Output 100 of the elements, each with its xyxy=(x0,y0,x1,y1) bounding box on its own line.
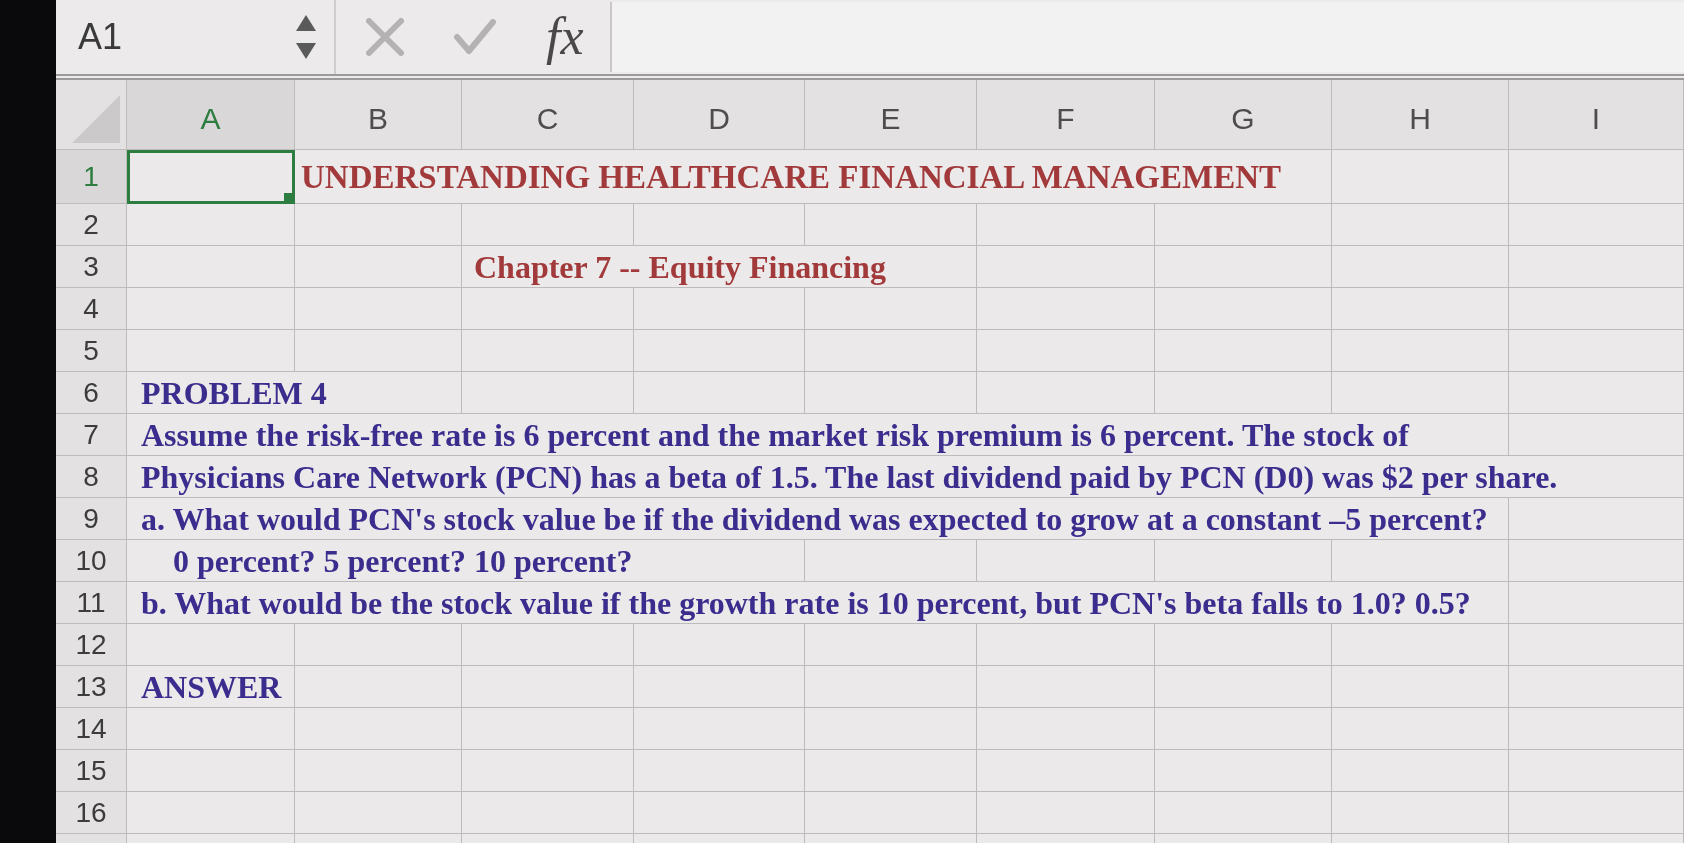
spreadsheet-cell[interactable] xyxy=(977,204,1155,246)
spreadsheet-cell[interactable] xyxy=(1332,150,1509,204)
row-header[interactable]: 13 xyxy=(56,666,127,708)
row-header[interactable]: 1 xyxy=(56,150,127,204)
column-header[interactable]: G xyxy=(1155,80,1332,150)
spreadsheet-cell[interactable] xyxy=(634,750,805,792)
row-header[interactable]: 8 xyxy=(56,456,127,498)
spreadsheet-cell[interactable] xyxy=(1332,330,1509,372)
spreadsheet-cell[interactable] xyxy=(1332,246,1509,288)
spreadsheet-cell[interactable] xyxy=(1509,150,1684,204)
row-header[interactable]: 12 xyxy=(56,624,127,666)
row-header[interactable]: 16 xyxy=(56,792,127,834)
spreadsheet-cell[interactable] xyxy=(295,330,462,372)
spreadsheet-cell[interactable]: PROBLEM 4 xyxy=(127,372,462,414)
spreadsheet-cell[interactable] xyxy=(977,624,1155,666)
spreadsheet-cell[interactable] xyxy=(462,204,634,246)
spreadsheet-cell[interactable] xyxy=(1332,204,1509,246)
spreadsheet-cell[interactable] xyxy=(1509,330,1684,372)
spreadsheet-cell[interactable] xyxy=(1155,540,1332,582)
spreadsheet-cell[interactable] xyxy=(295,750,462,792)
spreadsheet-cell[interactable] xyxy=(634,666,805,708)
spreadsheet-cell[interactable] xyxy=(462,750,634,792)
spreadsheet-cell[interactable] xyxy=(1155,372,1332,414)
spreadsheet-cell[interactable] xyxy=(634,792,805,834)
row-header[interactable]: 10 xyxy=(56,540,127,582)
column-header[interactable]: D xyxy=(634,80,805,150)
spreadsheet-cell[interactable] xyxy=(805,750,977,792)
spreadsheet-cell[interactable] xyxy=(462,288,634,330)
spreadsheet-cell[interactable] xyxy=(1509,540,1684,582)
row-header[interactable]: 2 xyxy=(56,204,127,246)
spreadsheet-cell[interactable] xyxy=(127,750,295,792)
row-header[interactable]: 5 xyxy=(56,330,127,372)
spreadsheet-cell[interactable] xyxy=(805,540,977,582)
spreadsheet-cell[interactable] xyxy=(462,708,634,750)
row-header[interactable]: 3 xyxy=(56,246,127,288)
spreadsheet-cell[interactable] xyxy=(1509,204,1684,246)
spreadsheet-cell[interactable] xyxy=(1509,288,1684,330)
row-header[interactable]: 11 xyxy=(56,582,127,624)
column-header[interactable]: B xyxy=(295,80,462,150)
spreadsheet-cell[interactable] xyxy=(805,288,977,330)
triangle-icon[interactable] xyxy=(72,95,120,143)
spreadsheet-cell[interactable] xyxy=(1509,624,1684,666)
spreadsheet-cell[interactable] xyxy=(295,204,462,246)
spreadsheet-cell[interactable] xyxy=(805,204,977,246)
spreadsheet-cell[interactable] xyxy=(1155,288,1332,330)
row-header[interactable]: 6 xyxy=(56,372,127,414)
spreadsheet-cell[interactable] xyxy=(977,330,1155,372)
select-all-corner[interactable] xyxy=(56,80,127,150)
row-header[interactable]: 9 xyxy=(56,498,127,540)
spreadsheet-cell[interactable] xyxy=(634,372,805,414)
spreadsheet-cell[interactable] xyxy=(805,624,977,666)
spreadsheet-cell[interactable] xyxy=(634,330,805,372)
spreadsheet-cell[interactable] xyxy=(634,288,805,330)
spreadsheet-cell[interactable] xyxy=(1155,750,1332,792)
spreadsheet-cell[interactable] xyxy=(805,330,977,372)
spreadsheet-cell[interactable]: 0 percent? 5 percent? 10 percent? xyxy=(127,540,805,582)
row-header[interactable]: 4 xyxy=(56,288,127,330)
spreadsheet-cell[interactable] xyxy=(977,666,1155,708)
spreadsheet-cell[interactable] xyxy=(805,372,977,414)
spreadsheet-cell[interactable] xyxy=(1332,792,1509,834)
spreadsheet-cell[interactable] xyxy=(977,708,1155,750)
spreadsheet-cell[interactable] xyxy=(805,666,977,708)
spreadsheet-cell[interactable] xyxy=(295,792,462,834)
spreadsheet-cell[interactable]: Assume the risk-free rate is 6 percent and the market risk premium is 6 percent. The stock of xyxy=(127,414,1509,456)
spreadsheet-cell[interactable] xyxy=(805,792,977,834)
spreadsheet-cell[interactable]: UNDERSTANDING HEALTHCARE FINANCIAL MANAGEMENT xyxy=(295,150,1332,204)
spreadsheet-cell[interactable] xyxy=(1155,330,1332,372)
spreadsheet-cell[interactable] xyxy=(1509,750,1684,792)
spreadsheet-cell[interactable] xyxy=(295,666,462,708)
spreadsheet-cell[interactable] xyxy=(127,792,295,834)
spreadsheet-cell[interactable] xyxy=(127,330,295,372)
column-header[interactable]: E xyxy=(805,80,977,150)
spreadsheet-cell[interactable] xyxy=(634,204,805,246)
spreadsheet-cell[interactable] xyxy=(1332,288,1509,330)
spreadsheet-cell[interactable] xyxy=(977,288,1155,330)
spreadsheet-cell[interactable] xyxy=(462,792,634,834)
spreadsheet-cell[interactable] xyxy=(127,624,295,666)
spreadsheet-cell[interactable] xyxy=(977,372,1155,414)
spreadsheet-cell[interactable] xyxy=(1509,792,1684,834)
function-button[interactable]: fx xyxy=(546,11,584,63)
spreadsheet-cell[interactable] xyxy=(1155,708,1332,750)
spreadsheet-cell[interactable] xyxy=(462,624,634,666)
spreadsheet-cell[interactable] xyxy=(1332,666,1509,708)
spreadsheet-cell[interactable] xyxy=(1509,582,1684,624)
spreadsheet-cell[interactable] xyxy=(1155,204,1332,246)
spreadsheet-cell[interactable] xyxy=(1155,666,1332,708)
spreadsheet-cell[interactable] xyxy=(977,792,1155,834)
spreadsheet-cell[interactable] xyxy=(1509,498,1684,540)
spreadsheet-cell[interactable]: Chapter 7 -- Equity Financing xyxy=(462,246,977,288)
column-header[interactable]: A xyxy=(127,80,295,150)
row-header[interactable]: 14 xyxy=(56,708,127,750)
caret-up-icon[interactable] xyxy=(296,15,316,31)
fill-handle[interactable] xyxy=(284,193,295,204)
spreadsheet-cell[interactable] xyxy=(1332,624,1509,666)
column-header[interactable]: F xyxy=(977,80,1155,150)
spreadsheet-cell[interactable] xyxy=(295,246,462,288)
spreadsheet-cell[interactable] xyxy=(462,330,634,372)
spreadsheet-cell[interactable] xyxy=(1509,372,1684,414)
spreadsheet-cell[interactable] xyxy=(1155,792,1332,834)
spreadsheet-cell[interactable] xyxy=(295,708,462,750)
